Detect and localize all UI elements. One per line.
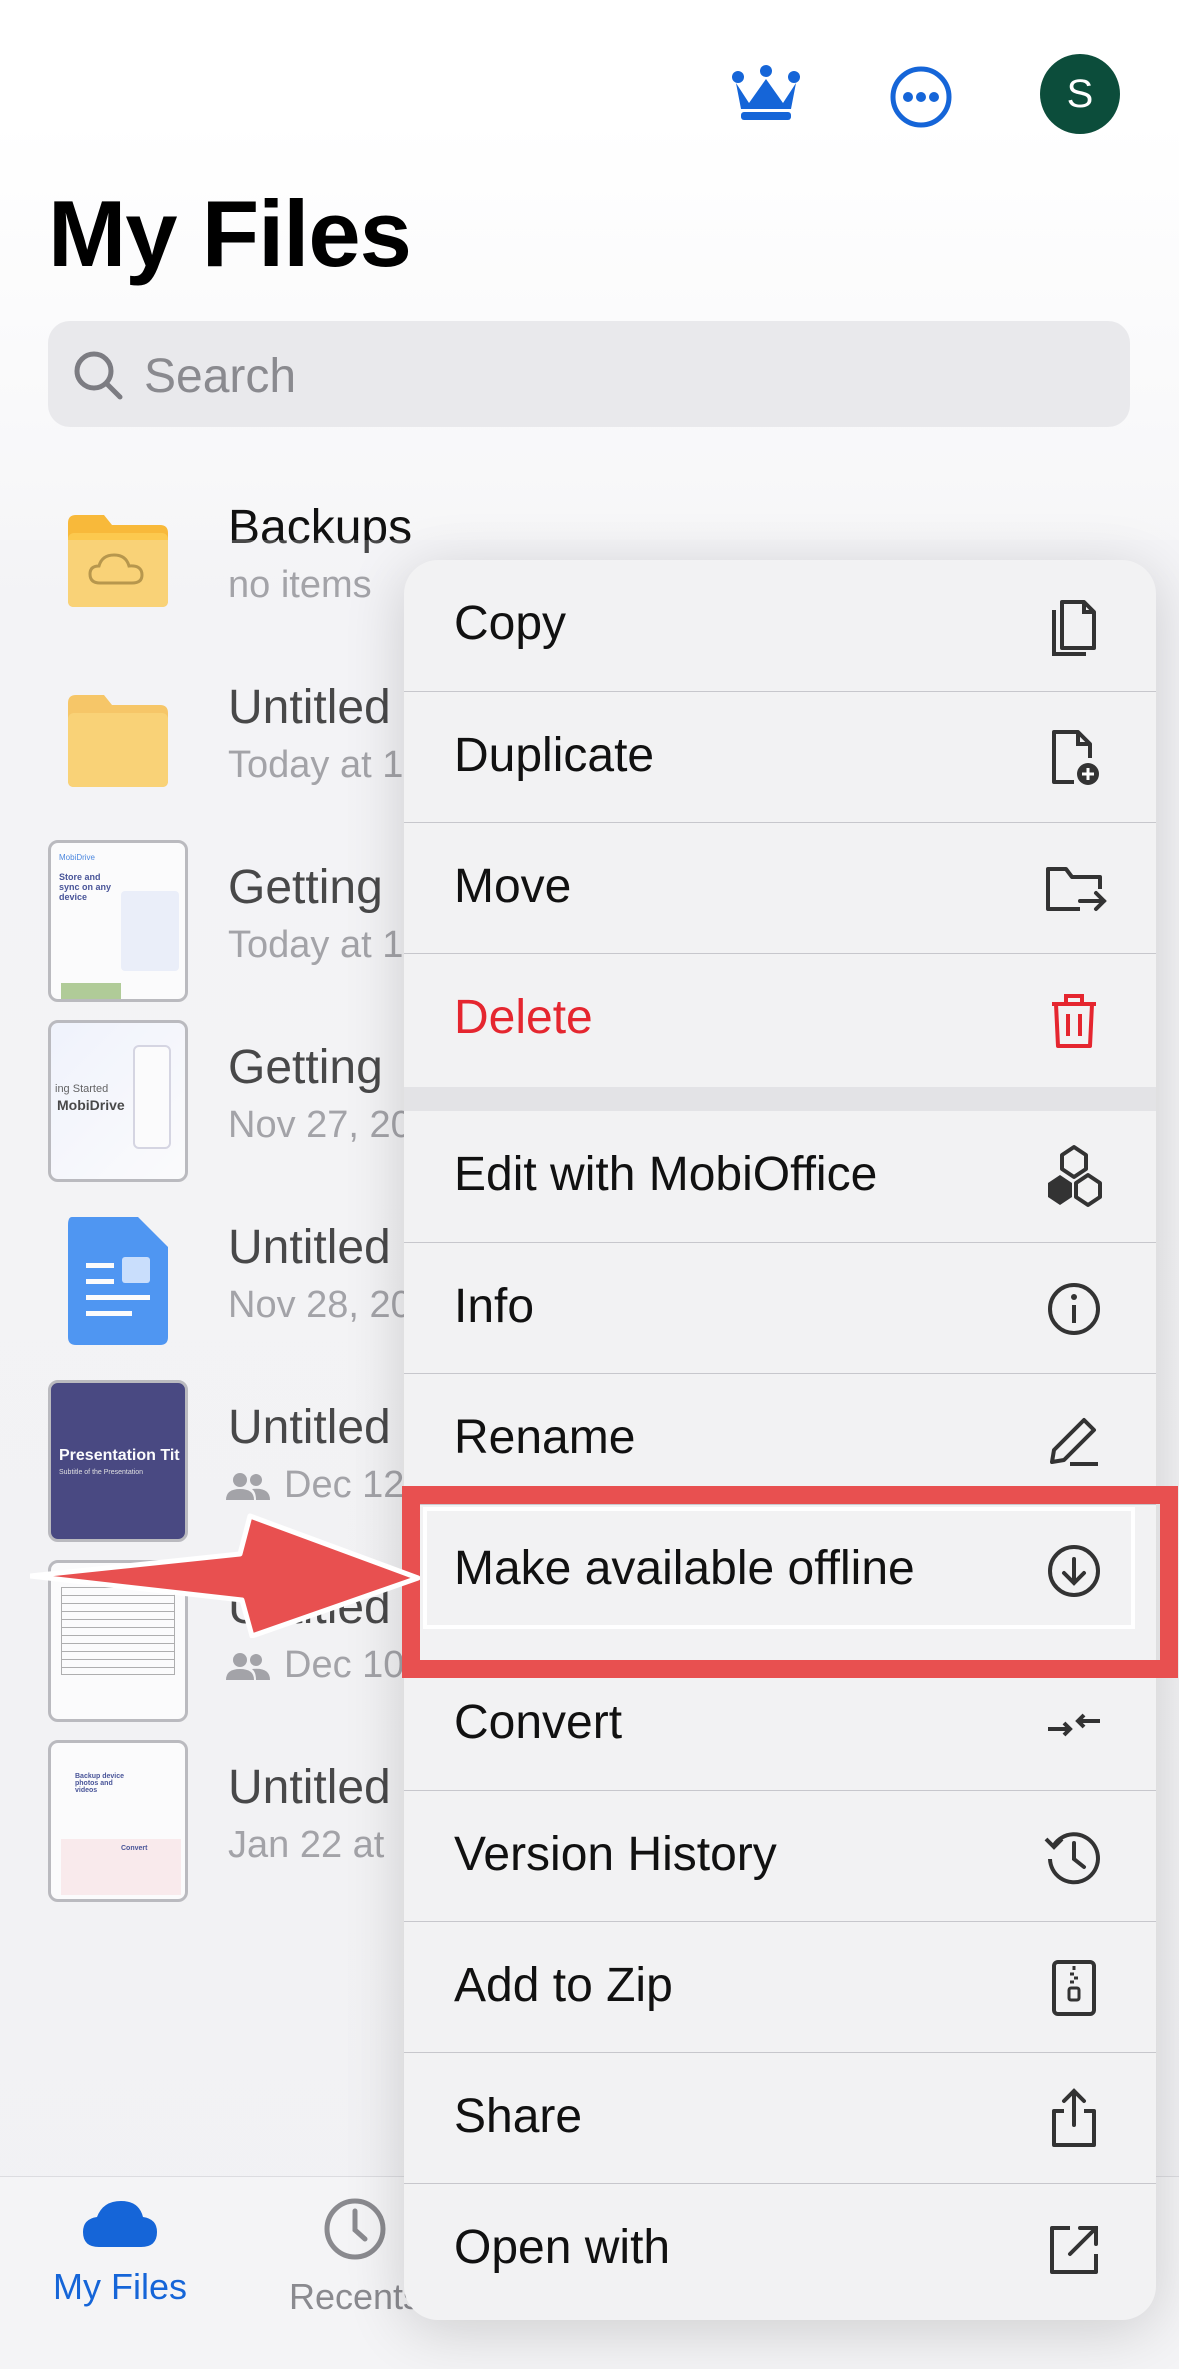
avatar[interactable]: S	[1040, 54, 1120, 134]
mobioffice-icon	[1048, 1145, 1102, 1207]
menu-item-open-with[interactable]: Open with	[404, 2183, 1156, 2315]
menu-item-label: Delete	[454, 991, 593, 1044]
menu-item-add-to-zip[interactable]: Add to Zip	[404, 1921, 1156, 2053]
cloud-icon	[83, 2201, 157, 2247]
move-icon	[1046, 867, 1107, 911]
menu-item-label: Open with	[454, 2221, 671, 2274]
page-title: My Files	[48, 181, 412, 286]
menu-item-label: Copy	[454, 597, 567, 650]
arrow-annotation-icon	[30, 1513, 420, 1638]
menu-item-move[interactable]: Move	[404, 822, 1156, 954]
duplicate-icon	[1052, 730, 1099, 785]
menu-item-label: Rename	[454, 1411, 636, 1464]
menu-item-label: Move	[454, 860, 572, 913]
share-icon	[1052, 2088, 1096, 2147]
more-options-button[interactable]	[880, 56, 962, 138]
menu-item-label: Version History	[454, 1828, 777, 1881]
menu-item-label: Edit with MobiOffice	[454, 1148, 878, 1201]
menu-item-label: Convert	[454, 1696, 623, 1749]
pencil-icon	[1050, 1418, 1098, 1466]
highlight-inner-border	[423, 1507, 1135, 1629]
premium-crown-button[interactable]	[726, 60, 806, 126]
menu-group-separator	[404, 1087, 1156, 1111]
ellipsis-circle-icon	[890, 66, 952, 128]
menu-item-duplicate[interactable]: Duplicate	[404, 691, 1156, 823]
tab-my-files[interactable]: My Files	[40, 2197, 200, 2308]
menu-item-delete[interactable]: Delete	[404, 953, 1156, 1085]
search-icon	[74, 351, 123, 400]
convert-icon	[1048, 1713, 1100, 1737]
menu-item-label: Info	[454, 1280, 535, 1333]
trash-icon	[1052, 994, 1096, 1048]
menu-item-version-history[interactable]: Version History	[404, 1790, 1156, 1922]
search-placeholder: Search	[144, 350, 297, 403]
menu-item-copy[interactable]: Copy	[404, 560, 1156, 691]
menu-item-convert[interactable]: Convert	[404, 1659, 1156, 1790]
clock-icon	[324, 2198, 386, 2260]
crown-icon	[732, 65, 800, 120]
context-menu: Copy Duplicate Move Delete Edit with Mob	[404, 560, 1156, 2320]
menu-item-share[interactable]: Share	[404, 2052, 1156, 2184]
menu-item-edit-with-mobioffice[interactable]: Edit with MobiOffice	[404, 1111, 1156, 1242]
menu-item-label: Duplicate	[454, 729, 655, 782]
zip-icon	[1052, 1960, 1096, 2016]
menu-item-label: Add to Zip	[454, 1959, 673, 2012]
info-icon	[1048, 1283, 1100, 1335]
tab-label: My Files	[53, 2266, 187, 2307]
copy-icon	[1052, 600, 1096, 656]
menu-item-label: Share	[454, 2090, 583, 2143]
search-input[interactable]: Search	[48, 321, 1130, 427]
open-with-icon	[1050, 2226, 1098, 2274]
menu-item-info[interactable]: Info	[404, 1242, 1156, 1374]
history-icon	[1044, 1832, 1100, 1885]
